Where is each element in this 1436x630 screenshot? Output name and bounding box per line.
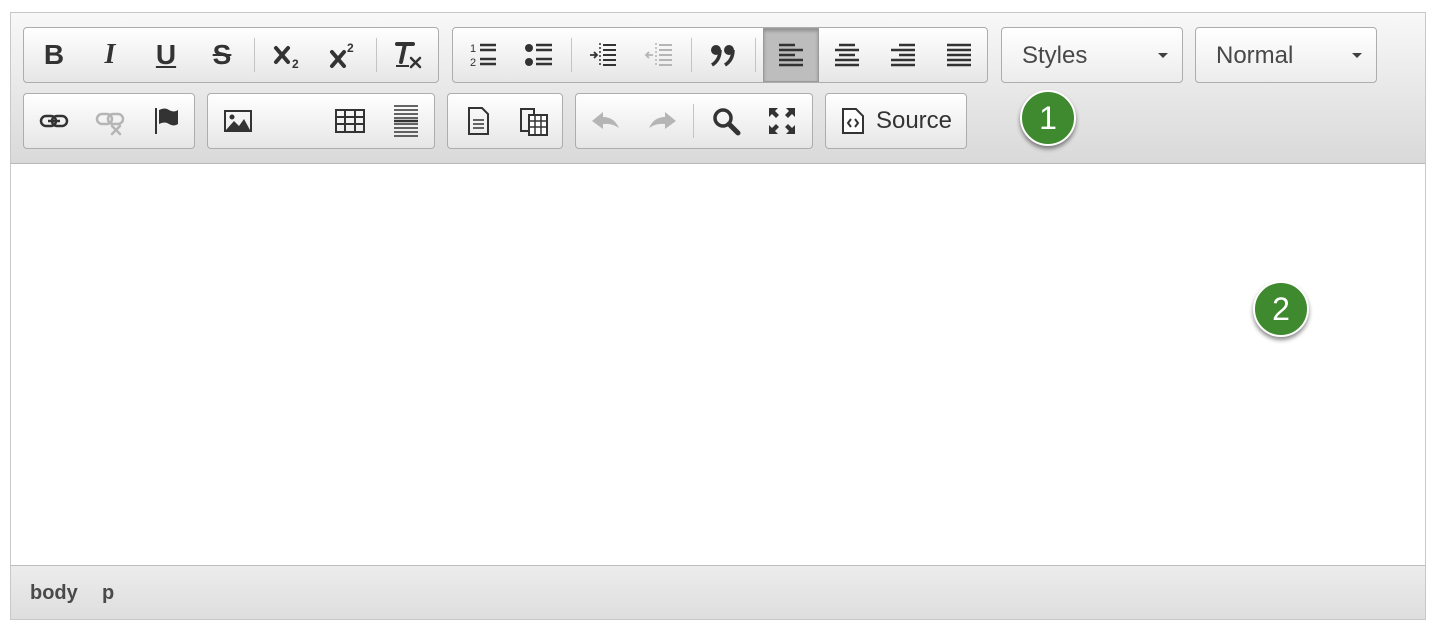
separator [691,38,692,72]
tools-group [575,93,813,149]
path-item-body[interactable]: body [30,582,78,605]
paste-from-word-icon [520,108,548,136]
subscript-button[interactable]: 2 [262,29,314,81]
strike-button[interactable]: S [196,29,248,81]
source-group: Source [825,93,967,149]
image-button[interactable] [212,95,264,147]
source-button[interactable]: Source [830,95,962,147]
align-justify-icon [947,43,971,67]
unlink-icon [95,112,125,136]
align-left-icon [779,43,803,67]
outdent-icon [644,43,672,67]
styles-dropdown-label: Styles [1022,42,1088,69]
align-right-icon [891,43,915,67]
format-dropdown[interactable]: Normal [1195,27,1377,83]
path-item-p[interactable]: p [102,582,114,605]
align-justify-button[interactable] [933,29,985,81]
bold-icon: B [43,39,65,70]
redo-icon [649,112,676,129]
remove-format-icon [395,42,422,69]
bold-button[interactable]: B [28,29,80,81]
align-center-button[interactable] [821,29,873,81]
remove-format-button[interactable] [382,29,434,81]
numbered-list-button[interactable]: 1 2 [457,29,509,81]
chevron-down-icon [1352,53,1362,58]
paragraph-group: 1 2 [452,27,988,83]
link-button[interactable] [28,95,80,147]
blockquote-button[interactable] [697,29,749,81]
italic-button[interactable]: I [84,29,136,81]
anchor-button[interactable] [140,95,192,147]
superscript-icon: 2 [330,41,354,68]
svg-text:2: 2 [470,57,476,69]
separator [755,38,756,72]
editor-toolbar: B I U S 2 2 1 2 Styles Normal Source [11,13,1425,164]
redo-button[interactable] [636,95,688,147]
svg-text:1: 1 [470,43,476,55]
document-group [447,93,563,149]
table-icon [335,109,365,133]
maximize-icon [769,108,795,134]
separator [254,38,255,72]
maximize-button[interactable] [756,95,808,147]
bulleted-list-icon [525,43,552,66]
separator [376,38,377,72]
link-icon [39,114,69,128]
chevron-down-icon [1158,53,1168,58]
document-icon [468,107,489,135]
source-icon [841,108,864,134]
italic-icon: I [104,39,116,70]
styles-dropdown[interactable]: Styles [1001,27,1183,83]
editor-content-area[interactable] [11,164,1425,566]
links-group [23,93,195,149]
format-dropdown-label: Normal [1216,42,1294,69]
align-center-icon [835,43,859,67]
basic-styles-group: B I U S 2 2 [23,27,439,83]
underline-button[interactable]: U [140,29,192,81]
separator [571,38,572,72]
anchor-flag-icon [155,108,178,134]
source-button-label: Source [875,107,953,134]
find-button[interactable] [700,95,752,147]
templates-button[interactable] [452,95,504,147]
paste-from-word-button[interactable] [508,95,560,147]
insert-group [207,93,435,149]
callout-marker-1: 1 [1020,90,1076,146]
undo-button[interactable] [580,95,632,147]
superscript-button[interactable]: 2 [318,29,370,81]
image-icon [224,110,252,132]
unlink-button[interactable] [84,95,136,147]
blockquote-icon [711,45,735,67]
search-icon [713,108,741,136]
outdent-button[interactable] [633,29,685,81]
element-path-bar: body p [11,565,1425,619]
align-left-button[interactable] [763,28,819,82]
horizontal-rule-icon [394,105,418,137]
undo-icon [592,112,619,129]
svg-text:2: 2 [347,41,354,55]
callout-marker-2: 2 [1253,281,1309,337]
underline-icon: U [155,39,177,70]
numbered-list-icon: 1 2 [470,43,496,69]
bulleted-list-button[interactable] [513,29,565,81]
indent-icon [590,43,616,67]
rich-text-editor: B I U S 2 2 1 2 Styles Normal Source bod… [10,12,1426,620]
table-button[interactable] [324,95,376,147]
separator [693,104,694,138]
subscript-icon: 2 [274,46,299,70]
align-right-button[interactable] [877,29,929,81]
indent-button[interactable] [577,29,629,81]
horizontal-rule-button[interactable] [380,95,432,147]
svg-text:2: 2 [292,57,299,70]
strikethrough-icon: S [212,39,232,70]
